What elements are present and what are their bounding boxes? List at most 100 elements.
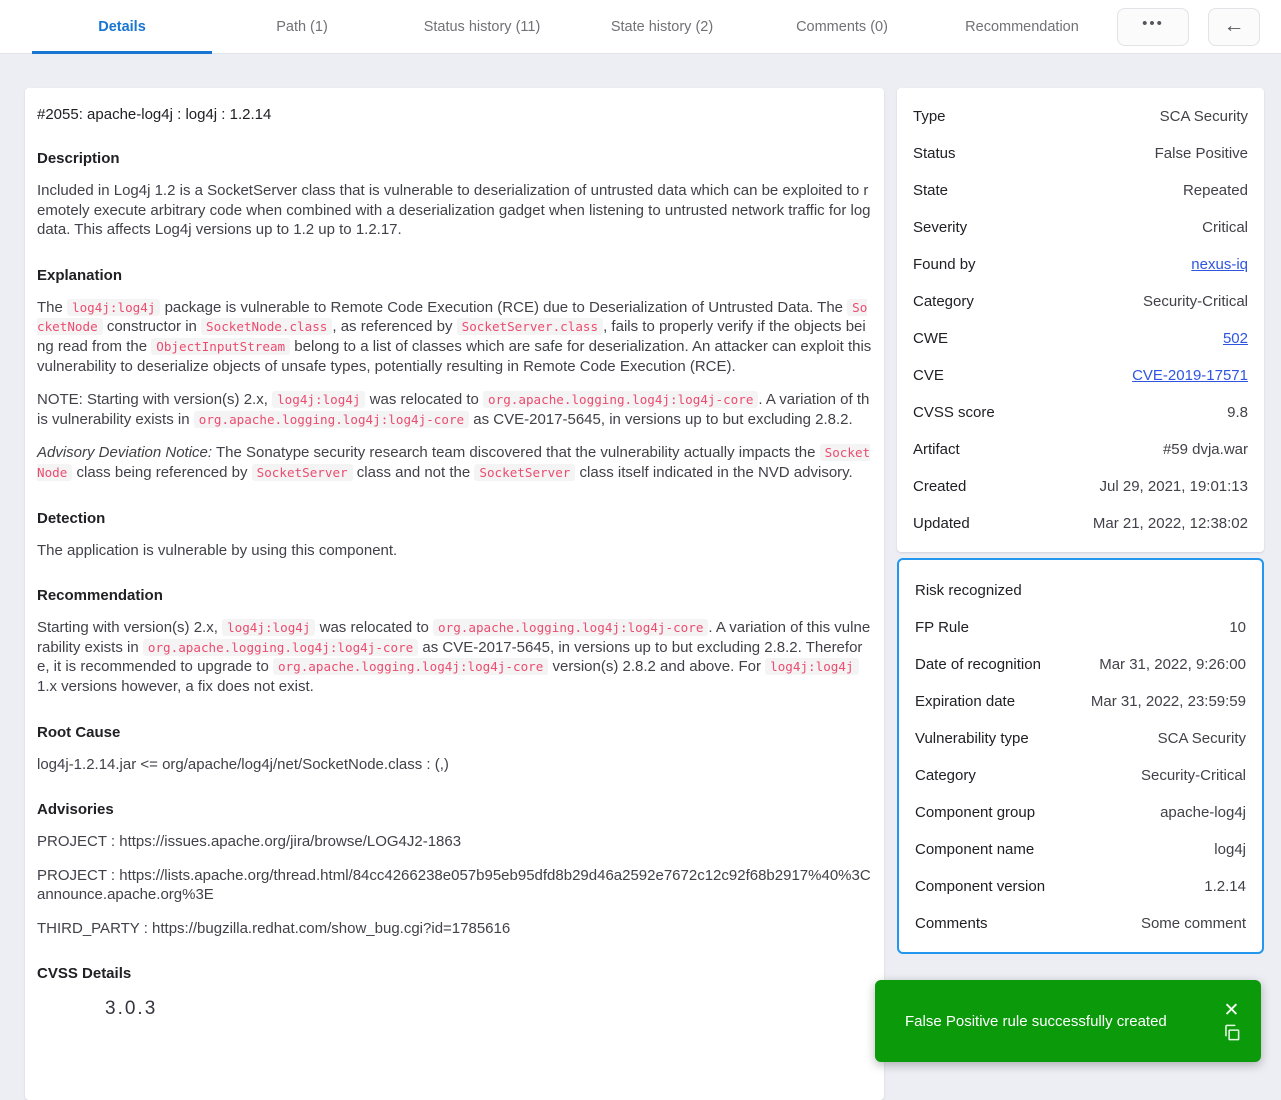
info-label: State xyxy=(913,182,949,199)
info-row: CVE CVE-2019-17571 xyxy=(913,357,1248,394)
info-value: log4j xyxy=(1214,841,1246,858)
vulnerability-info-panel: Type SCA Security Status False Positive … xyxy=(897,88,1264,552)
info-row: Comments Some comment xyxy=(915,905,1246,942)
paragraph: Starting with version(s) 2.x, log4j:log4… xyxy=(37,619,871,695)
fp-rule-panel: Risk recognized FP Rule 10 Date of recog… xyxy=(897,558,1264,954)
tab[interactable]: Recommendation xyxy=(932,0,1112,53)
info-row: State Repeated xyxy=(913,172,1248,209)
paragraph: The log4j:log4j package is vulnerable to… xyxy=(37,298,872,375)
info-label: Artifact xyxy=(913,441,960,458)
toast: False Positive rule successfully created… xyxy=(875,980,1261,1062)
info-label: Component version xyxy=(915,878,1046,895)
tabs: Details Path (1) Status history (11) Sta… xyxy=(32,0,1112,54)
info-value: Jul 29, 2021, 19:01:13 xyxy=(1099,478,1248,495)
paragraph: The application is vulnerable by using t… xyxy=(37,541,398,559)
close-icon[interactable]: ✕ xyxy=(1224,1000,1240,1022)
info-label: Updated xyxy=(913,515,970,532)
main-content: #2055: apache-log4j : log4j : 1.2.14 Des… xyxy=(0,54,1281,1100)
paragraph: THIRD_PARTY : https://bugzilla.redhat.co… xyxy=(37,919,511,937)
tab[interactable]: State history (2) xyxy=(572,0,752,53)
code-chip: SocketServer xyxy=(251,463,353,481)
code-chip: log4j:log4j xyxy=(765,658,859,676)
code-chip: SocketServer.class xyxy=(456,318,604,336)
info-label: Expiration date xyxy=(915,693,1016,710)
section-heading: CVSS Details xyxy=(37,965,132,983)
page-title: #2055: apache-log4j : log4j : 1.2.14 xyxy=(37,106,272,123)
info-label: FP Rule xyxy=(915,619,969,636)
info-label: Found by xyxy=(913,256,976,273)
info-row: Expiration date Mar 31, 2022, 23:59:59 xyxy=(915,683,1246,720)
info-row: Artifact #59 dvja.war xyxy=(913,431,1248,468)
section-heading: Description xyxy=(37,150,120,167)
info-value: Repeated xyxy=(1182,182,1248,199)
paragraph: Included in Log4j 1.2 is a SocketServer … xyxy=(37,182,871,239)
info-row: FP Rule 10 xyxy=(915,609,1246,646)
info-value: Security-Critical xyxy=(1142,293,1248,310)
code-chip: SocketServer xyxy=(474,463,576,481)
info-label: Date of recognition xyxy=(915,656,1041,673)
info-value: False Positive xyxy=(1154,145,1248,162)
info-label: Component name xyxy=(915,841,1035,858)
fp-panel-title-row: Risk recognized xyxy=(915,572,1246,609)
tab[interactable]: Status history (11) xyxy=(392,0,572,53)
tab-actions: ••• ← xyxy=(1117,0,1281,53)
code-chip: org.apache.logging.log4j:log4j-core xyxy=(193,410,470,428)
fp-panel-title: Risk recognized xyxy=(915,582,1022,599)
info-row: Component group apache-log4j xyxy=(915,794,1246,831)
tab[interactable]: Path (1) xyxy=(212,0,392,53)
info-row: Date of recognition Mar 31, 2022, 9:26:0… xyxy=(915,646,1246,683)
tab-label: Recommendation xyxy=(965,18,1079,35)
info-value: Some comment xyxy=(1140,915,1246,932)
toast-message: False Positive rule successfully created xyxy=(905,1012,1167,1030)
more-button[interactable]: ••• xyxy=(1117,7,1189,46)
info-label: Created xyxy=(913,478,967,495)
section-heading: Advisories xyxy=(37,801,114,819)
info-label: Comments xyxy=(915,915,988,932)
info-value-link[interactable]: 502 xyxy=(1223,330,1248,347)
article: #2055: apache-log4j : log4j : 1.2.14 Des… xyxy=(25,88,884,1100)
info-value-link[interactable]: CVE-2019-17571 xyxy=(1132,367,1248,384)
info-row: Found by nexus-iq xyxy=(913,246,1248,283)
code-chip: log4j:log4j xyxy=(272,391,366,409)
info-value-link[interactable]: nexus-iq xyxy=(1191,256,1248,273)
code-chip: log4j:log4j xyxy=(67,298,161,316)
info-value: 1.2.14 xyxy=(1204,878,1246,895)
code-chip: org.apache.logging.log4j:log4j-core xyxy=(483,391,759,409)
info-value: Critical xyxy=(1202,219,1248,236)
paragraph: PROJECT : https://issues.apache.org/jira… xyxy=(37,833,462,851)
section-heading: Detection xyxy=(37,509,106,527)
code-chip: log4j:log4j xyxy=(222,619,316,637)
code-chip: ObjectInputStream xyxy=(151,337,291,355)
clipped-text: 3.0.3 xyxy=(105,998,158,1020)
info-row: Updated Mar 21, 2022, 12:38:02 xyxy=(913,505,1248,542)
info-value: SCA Security xyxy=(1157,730,1246,747)
article-sections: Description Included in Log4j 1.2 is a So… xyxy=(37,150,872,1020)
code-chip: org.apache.logging.log4j:log4j-core xyxy=(272,658,549,676)
paragraph: NOTE: Starting with version(s) 2.x, log4… xyxy=(37,391,870,428)
copy-icon[interactable] xyxy=(1222,1023,1241,1042)
tab[interactable]: Details xyxy=(32,0,212,54)
section-heading: Recommendation xyxy=(37,587,163,605)
info-row: CWE 502 xyxy=(913,320,1248,357)
tab[interactable]: Comments (0) xyxy=(752,0,932,53)
italic-text: Advisory Deviation Notice: xyxy=(37,444,213,462)
fp-rows: FP Rule 10 Date of recognition Mar 31, 2… xyxy=(915,609,1246,942)
tab-label: Comments (0) xyxy=(796,18,888,35)
code-chip: SocketNode.class xyxy=(201,318,333,336)
paragraph: Advisory Deviation Notice: The Sonatype … xyxy=(37,444,871,481)
tab-label: State history (2) xyxy=(610,18,714,35)
code-chip: org.apache.logging.log4j:log4j-core xyxy=(142,638,419,656)
info-value: apache-log4j xyxy=(1160,804,1246,821)
info-value: SCA Security xyxy=(1159,108,1248,125)
back-arrow-icon: ← xyxy=(1223,13,1245,37)
info-row: Severity Critical xyxy=(913,209,1248,246)
info-label: Component group xyxy=(915,804,1036,821)
code-chip: SocketNode xyxy=(37,298,868,336)
tab-label: Details xyxy=(98,18,146,35)
info-row: Category Security-Critical xyxy=(913,283,1248,320)
tab-label: Status history (11) xyxy=(423,18,541,35)
info-row: Vulnerability type SCA Security xyxy=(915,720,1246,757)
code-chip: org.apache.logging.log4j:log4j-core xyxy=(433,619,709,637)
info-label: Type xyxy=(913,108,946,125)
back-button[interactable]: ← xyxy=(1208,7,1260,46)
